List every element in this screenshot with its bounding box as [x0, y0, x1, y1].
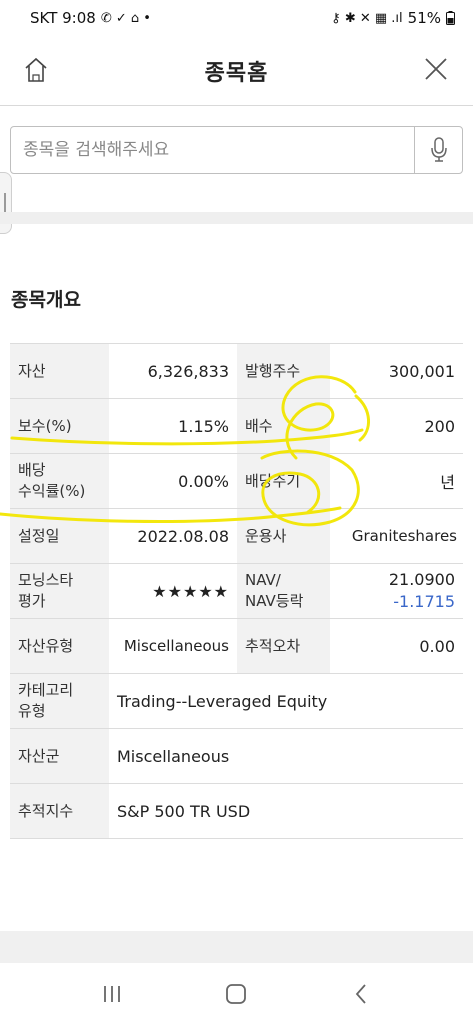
table-row: 자산 6,326,833 발행주수 300,001: [10, 343, 463, 399]
dividend-yield-label: 배당 수익률(%): [10, 453, 109, 509]
shares-issued-label: 발행주수: [237, 343, 330, 399]
footer-divider: [0, 931, 473, 963]
recent-apps-button[interactable]: [92, 974, 132, 1014]
table-row: 모닝스타 평가 ★★★★★ NAV/ NAV등락 21.0900 -1.1715: [10, 563, 463, 619]
category-value: Trading--Leveraged Equity: [109, 673, 463, 729]
back-button[interactable]: [341, 974, 381, 1014]
category-label: 카테고리 유형: [10, 673, 109, 729]
overview-table: 자산 6,326,833 발행주수 300,001 보수(%) 1.15% 배수…: [10, 343, 463, 839]
asset-class-label: 자산군: [10, 728, 109, 784]
battery-icon: [446, 11, 455, 25]
leverage-label: 배수: [237, 398, 330, 454]
table-row: 추적지수 S&P 500 TR USD: [10, 783, 463, 839]
recent-apps-icon: [104, 985, 121, 1002]
shares-issued-value: 300,001: [330, 343, 463, 399]
tracking-index-value: S&P 500 TR USD: [109, 783, 463, 839]
inception-date-value: 2022.08.08: [109, 508, 237, 564]
table-row: 보수(%) 1.15% 배수 200: [10, 398, 463, 454]
overview-title: 종목개요: [11, 289, 81, 311]
system-nav-bar: [0, 963, 473, 1024]
home-button[interactable]: [22, 56, 50, 84]
battery-level: 51%: [407, 9, 441, 27]
section-divider: [0, 212, 473, 224]
close-button[interactable]: [423, 56, 449, 82]
search-bar: [10, 126, 463, 174]
fee-label: 보수(%): [10, 398, 109, 454]
table-row: 설정일 2022.08.08 운용사 Graniteshares: [10, 508, 463, 564]
notification-icons: ✆ ✓ ⌂ •: [100, 10, 151, 26]
home-icon: [25, 57, 47, 82]
asset-class-value: Miscellaneous: [109, 728, 463, 784]
morningstar-rating: ★★★★★: [109, 563, 237, 619]
asset-type-value: Miscellaneous: [109, 618, 237, 674]
nav-label: NAV/ NAV등락: [237, 563, 330, 619]
morningstar-label: 모닝스타 평가: [10, 563, 109, 619]
voice-search-button[interactable]: [414, 127, 462, 173]
tracking-error-value: 0.00: [330, 618, 463, 674]
assets-label: 자산: [10, 343, 109, 399]
table-row: 카테고리 유형 Trading--Leveraged Equity: [10, 673, 463, 729]
nav-cell: 21.0900 -1.1715: [330, 563, 463, 619]
back-icon: [355, 983, 366, 1004]
table-row: 배당 수익률(%) 0.00% 배당주기 년: [10, 453, 463, 509]
dividend-yield-value: 0.00%: [109, 453, 237, 509]
page-header: 종목홈: [0, 36, 473, 106]
table-row: 자산유형 Miscellaneous 추적오차 0.00: [10, 618, 463, 674]
carrier-time: SKT 9:08: [30, 9, 96, 27]
tracking-index-label: 추적지수: [10, 783, 109, 839]
issuer-value: Graniteshares: [330, 508, 463, 564]
home-nav-icon: [226, 983, 247, 1004]
assets-value: 6,326,833: [109, 343, 237, 399]
dividend-cycle-label: 배당주기: [237, 453, 330, 509]
leverage-value: 200: [330, 398, 463, 454]
close-icon: [425, 58, 447, 80]
fee-value: 1.15%: [109, 398, 237, 454]
issuer-label: 운용사: [237, 508, 330, 564]
home-nav-button[interactable]: [216, 974, 256, 1014]
status-bar: SKT 9:08 ✆ ✓ ⌂ • ⚷ ✱ ✕ ▦ .ıl 51%: [0, 0, 473, 36]
tracking-error-label: 추적오차: [237, 618, 330, 674]
inception-date-label: 설정일: [10, 508, 109, 564]
system-icons: ⚷ ✱ ✕ ▦ .ıl: [331, 10, 403, 26]
dividend-cycle-value: 년: [330, 453, 463, 509]
side-drawer-handle[interactable]: [0, 172, 12, 234]
page-title: 종목홈: [204, 60, 269, 86]
search-input[interactable]: [11, 127, 414, 173]
table-row: 자산군 Miscellaneous: [10, 728, 463, 784]
nav-change-value: -1.1715: [393, 592, 455, 611]
asset-type-label: 자산유형: [10, 618, 109, 674]
nav-value: 21.0900: [388, 570, 455, 589]
microphone-icon: [430, 137, 447, 162]
